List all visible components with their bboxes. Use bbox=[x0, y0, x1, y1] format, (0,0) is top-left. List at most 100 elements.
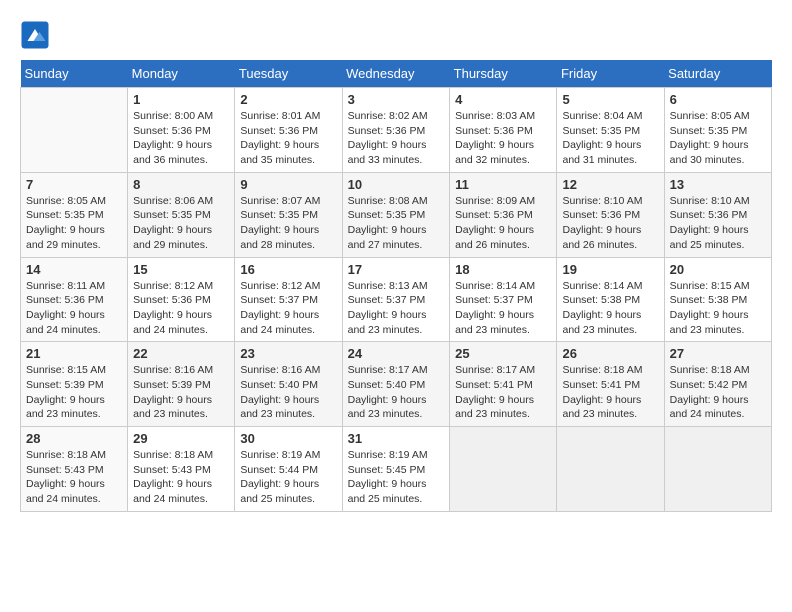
calendar-table: SundayMondayTuesdayWednesdayThursdayFrid… bbox=[20, 60, 772, 512]
day-info: Sunrise: 8:11 AM Sunset: 5:36 PM Dayligh… bbox=[26, 279, 122, 338]
day-number: 12 bbox=[562, 177, 658, 192]
day-info: Sunrise: 8:12 AM Sunset: 5:37 PM Dayligh… bbox=[240, 279, 336, 338]
day-number: 3 bbox=[348, 92, 445, 107]
logo-icon bbox=[20, 20, 50, 50]
day-number: 5 bbox=[562, 92, 658, 107]
day-info: Sunrise: 8:12 AM Sunset: 5:36 PM Dayligh… bbox=[133, 279, 229, 338]
day-info: Sunrise: 8:00 AM Sunset: 5:36 PM Dayligh… bbox=[133, 109, 229, 168]
day-number: 31 bbox=[348, 431, 445, 446]
day-number: 20 bbox=[670, 262, 766, 277]
calendar-cell: 11 Sunrise: 8:09 AM Sunset: 5:36 PM Dayli… bbox=[450, 172, 557, 257]
day-number: 23 bbox=[240, 346, 336, 361]
weekday-header: Monday bbox=[128, 60, 235, 88]
calendar-cell: 6 Sunrise: 8:05 AM Sunset: 5:35 PM Daylig… bbox=[664, 88, 771, 173]
calendar-cell: 3 Sunrise: 8:02 AM Sunset: 5:36 PM Daylig… bbox=[342, 88, 450, 173]
day-info: Sunrise: 8:05 AM Sunset: 5:35 PM Dayligh… bbox=[26, 194, 122, 253]
calendar-cell bbox=[450, 427, 557, 512]
day-info: Sunrise: 8:19 AM Sunset: 5:45 PM Dayligh… bbox=[348, 448, 445, 507]
calendar-cell: 27 Sunrise: 8:18 AM Sunset: 5:42 PM Dayli… bbox=[664, 342, 771, 427]
day-number: 2 bbox=[240, 92, 336, 107]
day-info: Sunrise: 8:03 AM Sunset: 5:36 PM Dayligh… bbox=[455, 109, 551, 168]
day-number: 11 bbox=[455, 177, 551, 192]
weekday-header: Thursday bbox=[450, 60, 557, 88]
calendar-row: 1 Sunrise: 8:00 AM Sunset: 5:36 PM Daylig… bbox=[21, 88, 772, 173]
day-info: Sunrise: 8:14 AM Sunset: 5:38 PM Dayligh… bbox=[562, 279, 658, 338]
day-number: 19 bbox=[562, 262, 658, 277]
day-info: Sunrise: 8:10 AM Sunset: 5:36 PM Dayligh… bbox=[670, 194, 766, 253]
calendar-body: 1 Sunrise: 8:00 AM Sunset: 5:36 PM Daylig… bbox=[21, 88, 772, 512]
header-row: SundayMondayTuesdayWednesdayThursdayFrid… bbox=[21, 60, 772, 88]
calendar-cell: 21 Sunrise: 8:15 AM Sunset: 5:39 PM Dayli… bbox=[21, 342, 128, 427]
day-info: Sunrise: 8:10 AM Sunset: 5:36 PM Dayligh… bbox=[562, 194, 658, 253]
calendar-cell: 19 Sunrise: 8:14 AM Sunset: 5:38 PM Dayli… bbox=[557, 257, 664, 342]
day-number: 14 bbox=[26, 262, 122, 277]
calendar-cell: 20 Sunrise: 8:15 AM Sunset: 5:38 PM Dayli… bbox=[664, 257, 771, 342]
day-info: Sunrise: 8:18 AM Sunset: 5:43 PM Dayligh… bbox=[26, 448, 122, 507]
weekday-header: Tuesday bbox=[235, 60, 342, 88]
day-number: 22 bbox=[133, 346, 229, 361]
day-number: 21 bbox=[26, 346, 122, 361]
weekday-header: Saturday bbox=[664, 60, 771, 88]
day-number: 27 bbox=[670, 346, 766, 361]
calendar-cell: 24Sunrise: 8:17 AM Sunset: 5:40 PM Dayli… bbox=[342, 342, 450, 427]
calendar-cell: 23 Sunrise: 8:16 AM Sunset: 5:40 PM Dayli… bbox=[235, 342, 342, 427]
day-number: 17 bbox=[348, 262, 445, 277]
day-info: Sunrise: 8:08 AM Sunset: 5:35 PM Dayligh… bbox=[348, 194, 445, 253]
day-info: Sunrise: 8:04 AM Sunset: 5:35 PM Dayligh… bbox=[562, 109, 658, 168]
calendar-cell: 1 Sunrise: 8:00 AM Sunset: 5:36 PM Daylig… bbox=[128, 88, 235, 173]
calendar-cell: 7 Sunrise: 8:05 AM Sunset: 5:35 PM Daylig… bbox=[21, 172, 128, 257]
weekday-header: Wednesday bbox=[342, 60, 450, 88]
calendar-cell bbox=[664, 427, 771, 512]
day-number: 6 bbox=[670, 92, 766, 107]
calendar-cell: 17 Sunrise: 8:13 AM Sunset: 5:37 PM Dayli… bbox=[342, 257, 450, 342]
day-info: Sunrise: 8:09 AM Sunset: 5:36 PM Dayligh… bbox=[455, 194, 551, 253]
day-number: 18 bbox=[455, 262, 551, 277]
calendar-cell: 16 Sunrise: 8:12 AM Sunset: 5:37 PM Dayli… bbox=[235, 257, 342, 342]
calendar-cell: 8Sunrise: 8:06 AM Sunset: 5:35 PM Daylig… bbox=[128, 172, 235, 257]
calendar-cell: 30Sunrise: 8:19 AM Sunset: 5:44 PM Dayli… bbox=[235, 427, 342, 512]
day-info: Sunrise: 8:07 AM Sunset: 5:35 PM Dayligh… bbox=[240, 194, 336, 253]
day-number: 1 bbox=[133, 92, 229, 107]
calendar-cell: 2 Sunrise: 8:01 AM Sunset: 5:36 PM Daylig… bbox=[235, 88, 342, 173]
calendar-cell bbox=[557, 427, 664, 512]
calendar-row: 14 Sunrise: 8:11 AM Sunset: 5:36 PM Dayli… bbox=[21, 257, 772, 342]
day-number: 10 bbox=[348, 177, 445, 192]
calendar-row: 7 Sunrise: 8:05 AM Sunset: 5:35 PM Daylig… bbox=[21, 172, 772, 257]
calendar-cell: 12 Sunrise: 8:10 AM Sunset: 5:36 PM Dayli… bbox=[557, 172, 664, 257]
calendar-row: 21 Sunrise: 8:15 AM Sunset: 5:39 PM Dayli… bbox=[21, 342, 772, 427]
calendar-cell: 13Sunrise: 8:10 AM Sunset: 5:36 PM Dayli… bbox=[664, 172, 771, 257]
calendar-cell: 14 Sunrise: 8:11 AM Sunset: 5:36 PM Dayli… bbox=[21, 257, 128, 342]
day-info: Sunrise: 8:05 AM Sunset: 5:35 PM Dayligh… bbox=[670, 109, 766, 168]
day-number: 25 bbox=[455, 346, 551, 361]
day-number: 29 bbox=[133, 431, 229, 446]
day-number: 16 bbox=[240, 262, 336, 277]
logo bbox=[20, 20, 54, 50]
day-info: Sunrise: 8:15 AM Sunset: 5:39 PM Dayligh… bbox=[26, 363, 122, 422]
day-info: Sunrise: 8:19 AM Sunset: 5:44 PM Dayligh… bbox=[240, 448, 336, 507]
calendar-cell bbox=[21, 88, 128, 173]
calendar-cell: 15 Sunrise: 8:12 AM Sunset: 5:36 PM Dayli… bbox=[128, 257, 235, 342]
day-info: Sunrise: 8:13 AM Sunset: 5:37 PM Dayligh… bbox=[348, 279, 445, 338]
day-info: Sunrise: 8:17 AM Sunset: 5:41 PM Dayligh… bbox=[455, 363, 551, 422]
calendar-row: 28Sunrise: 8:18 AM Sunset: 5:43 PM Dayli… bbox=[21, 427, 772, 512]
day-number: 7 bbox=[26, 177, 122, 192]
day-number: 15 bbox=[133, 262, 229, 277]
calendar-cell: 5 Sunrise: 8:04 AM Sunset: 5:35 PM Daylig… bbox=[557, 88, 664, 173]
weekday-header: Friday bbox=[557, 60, 664, 88]
calendar-cell: 22 Sunrise: 8:16 AM Sunset: 5:39 PM Dayli… bbox=[128, 342, 235, 427]
calendar-cell: 26Sunrise: 8:18 AM Sunset: 5:41 PM Dayli… bbox=[557, 342, 664, 427]
day-info: Sunrise: 8:15 AM Sunset: 5:38 PM Dayligh… bbox=[670, 279, 766, 338]
day-info: Sunrise: 8:17 AM Sunset: 5:40 PM Dayligh… bbox=[348, 363, 445, 422]
day-info: Sunrise: 8:18 AM Sunset: 5:43 PM Dayligh… bbox=[133, 448, 229, 507]
calendar-cell: 25 Sunrise: 8:17 AM Sunset: 5:41 PM Dayli… bbox=[450, 342, 557, 427]
day-info: Sunrise: 8:16 AM Sunset: 5:39 PM Dayligh… bbox=[133, 363, 229, 422]
calendar-cell: 31 Sunrise: 8:19 AM Sunset: 5:45 PM Dayli… bbox=[342, 427, 450, 512]
day-info: Sunrise: 8:02 AM Sunset: 5:36 PM Dayligh… bbox=[348, 109, 445, 168]
day-info: Sunrise: 8:01 AM Sunset: 5:36 PM Dayligh… bbox=[240, 109, 336, 168]
calendar-cell: 9 Sunrise: 8:07 AM Sunset: 5:35 PM Daylig… bbox=[235, 172, 342, 257]
day-number: 26 bbox=[562, 346, 658, 361]
day-info: Sunrise: 8:18 AM Sunset: 5:42 PM Dayligh… bbox=[670, 363, 766, 422]
day-info: Sunrise: 8:16 AM Sunset: 5:40 PM Dayligh… bbox=[240, 363, 336, 422]
calendar-cell: 18Sunrise: 8:14 AM Sunset: 5:37 PM Dayli… bbox=[450, 257, 557, 342]
day-number: 9 bbox=[240, 177, 336, 192]
